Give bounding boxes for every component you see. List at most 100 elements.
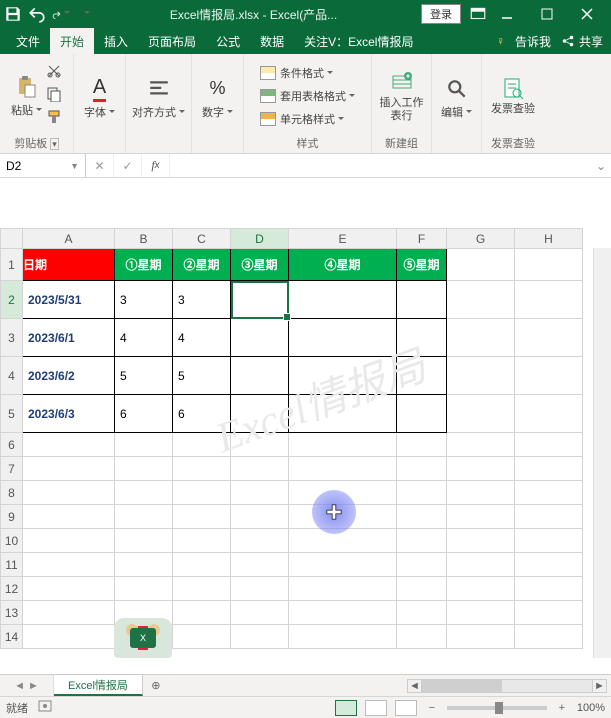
col-header[interactable]: C: [173, 229, 231, 249]
col-header[interactable]: E: [289, 229, 397, 249]
cell[interactable]: [289, 457, 397, 481]
cell[interactable]: ④星期: [289, 249, 397, 281]
tab-custom[interactable]: 关注V：Excel情报局: [294, 28, 423, 54]
tab-insert[interactable]: 插入: [94, 28, 138, 54]
view-normal-button[interactable]: [335, 700, 357, 716]
save-icon[interactable]: [4, 5, 22, 23]
worksheet-grid[interactable]: Excel情报局 A B C D E F G H 1 日期 ①星期 ②星期 ③星…: [0, 228, 611, 658]
cell[interactable]: [289, 433, 397, 457]
cell[interactable]: [231, 481, 289, 505]
cell[interactable]: [289, 357, 397, 395]
cell[interactable]: [397, 357, 447, 395]
cell[interactable]: [23, 529, 115, 553]
cell[interactable]: [447, 249, 515, 281]
tell-me[interactable]: 告诉我: [515, 33, 551, 50]
cell[interactable]: [23, 457, 115, 481]
cell[interactable]: [447, 433, 515, 457]
cell[interactable]: 5: [173, 357, 231, 395]
cell[interactable]: [447, 481, 515, 505]
minimize-button[interactable]: [487, 0, 527, 28]
undo-icon[interactable]: [28, 5, 46, 23]
cell[interactable]: [515, 529, 583, 553]
share-button[interactable]: 共享: [561, 33, 603, 50]
cell[interactable]: [231, 601, 289, 625]
close-button[interactable]: [567, 0, 607, 28]
cell[interactable]: [515, 395, 583, 433]
row-header[interactable]: 4: [1, 357, 23, 395]
cell[interactable]: [173, 433, 231, 457]
cell[interactable]: 日期: [23, 249, 115, 281]
col-header[interactable]: D: [231, 229, 289, 249]
cell[interactable]: [231, 395, 289, 433]
cell[interactable]: [231, 319, 289, 357]
tab-formulas[interactable]: 公式: [206, 28, 250, 54]
cell[interactable]: [447, 357, 515, 395]
col-header[interactable]: H: [515, 229, 583, 249]
cell[interactable]: [515, 281, 583, 319]
zoom-out-button[interactable]: −: [425, 702, 439, 714]
tab-data[interactable]: 数据: [250, 28, 294, 54]
editing-button[interactable]: 编辑: [441, 76, 472, 120]
cell[interactable]: [397, 529, 447, 553]
cell[interactable]: [515, 553, 583, 577]
cell[interactable]: [289, 319, 397, 357]
cell[interactable]: ①星期: [115, 249, 173, 281]
cell[interactable]: [397, 553, 447, 577]
cell[interactable]: [23, 553, 115, 577]
number-button[interactable]: %数字: [202, 76, 233, 120]
zoom-level[interactable]: 100%: [577, 702, 605, 714]
vertical-scrollbar[interactable]: [593, 248, 611, 658]
cell[interactable]: [231, 433, 289, 457]
cell[interactable]: [115, 529, 173, 553]
row-header[interactable]: 8: [1, 481, 23, 505]
cell[interactable]: [447, 505, 515, 529]
redo-icon[interactable]: [52, 5, 70, 23]
cell[interactable]: [515, 319, 583, 357]
col-header[interactable]: B: [115, 229, 173, 249]
expand-formula-bar-icon[interactable]: ⌄: [591, 154, 611, 177]
cell[interactable]: [231, 357, 289, 395]
cell[interactable]: [231, 577, 289, 601]
sheet-tab[interactable]: Excel情报局: [54, 675, 143, 696]
cell[interactable]: [397, 457, 447, 481]
row-header[interactable]: 5: [1, 395, 23, 433]
name-box-dropdown-icon[interactable]: ▼: [70, 161, 79, 171]
scroll-thumb[interactable]: [422, 680, 502, 692]
cell[interactable]: [289, 625, 397, 649]
cell[interactable]: [231, 457, 289, 481]
cell[interactable]: [447, 319, 515, 357]
zoom-slider[interactable]: [447, 706, 547, 710]
sheet-nav[interactable]: ◄ ►: [0, 675, 54, 696]
cell[interactable]: [231, 553, 289, 577]
tell-me-bulb-icon[interactable]: ♀: [496, 34, 505, 48]
cell[interactable]: [397, 481, 447, 505]
cell[interactable]: 6: [173, 395, 231, 433]
new-sheet-button[interactable]: ⊕: [143, 679, 169, 692]
row-header[interactable]: 3: [1, 319, 23, 357]
zoom-in-button[interactable]: +: [555, 702, 569, 714]
cell[interactable]: [115, 577, 173, 601]
cell[interactable]: [515, 249, 583, 281]
cell[interactable]: [173, 481, 231, 505]
cell[interactable]: [447, 529, 515, 553]
cell[interactable]: [515, 601, 583, 625]
cell[interactable]: [447, 625, 515, 649]
cell[interactable]: 6: [115, 395, 173, 433]
cell[interactable]: ⑤星期: [397, 249, 447, 281]
horizontal-scrollbar[interactable]: ◄ ►: [407, 679, 607, 693]
cell[interactable]: [115, 505, 173, 529]
cell[interactable]: [397, 433, 447, 457]
cell[interactable]: [23, 481, 115, 505]
cell[interactable]: [515, 577, 583, 601]
format-painter-icon[interactable]: [46, 109, 62, 128]
macro-record-icon[interactable]: [38, 699, 52, 716]
fx-icon[interactable]: fx: [142, 154, 170, 177]
row-header[interactable]: 11: [1, 553, 23, 577]
cell[interactable]: 3: [115, 281, 173, 319]
cell[interactable]: [289, 553, 397, 577]
copy-icon[interactable]: [46, 86, 62, 105]
row-header[interactable]: 7: [1, 457, 23, 481]
login-button[interactable]: 登录: [421, 4, 461, 24]
row-header[interactable]: 14: [1, 625, 23, 649]
cell[interactable]: [447, 395, 515, 433]
